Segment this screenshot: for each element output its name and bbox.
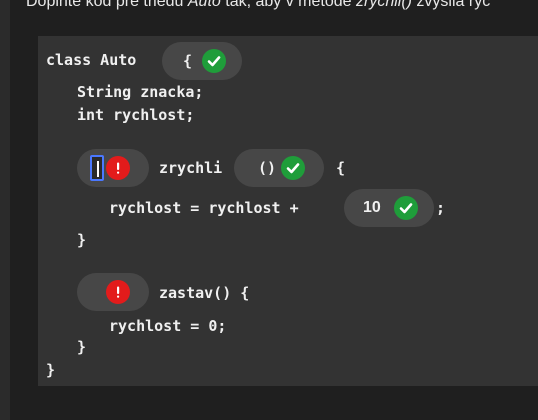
text-cursor-field[interactable] (90, 155, 104, 181)
code-method1-open-brace: { (336, 159, 346, 177)
code-method1-name: zrychli (159, 159, 223, 177)
check-circle-icon (394, 196, 418, 220)
blank-method2-modifier[interactable] (77, 273, 149, 311)
blank-method1-params[interactable]: () (234, 149, 324, 187)
blank-increment-value-text: 10 (363, 199, 381, 216)
blank-class-brace[interactable]: { (162, 42, 242, 80)
blank-class-brace-value: { (183, 52, 193, 70)
code-method2-head: zastav() { (159, 284, 250, 302)
code-class-close-brace: } (46, 361, 56, 379)
code-method1-close-brace: } (77, 231, 87, 249)
blank-increment-value[interactable]: 10 (344, 189, 434, 227)
code-line-field-znacka: String znacka; (77, 83, 204, 101)
code-method1-semicolon: ; (436, 199, 446, 217)
left-gutter (0, 0, 10, 420)
instruction-text: Doplňte kód pre triedu Auto tak, aby v m… (26, 0, 491, 10)
error-circle-icon (106, 280, 130, 304)
check-circle-icon (281, 156, 305, 180)
code-panel: class Auto { String znacka; int rychlost… (38, 36, 538, 386)
code-method1-body: rychlost = rychlost + (109, 199, 299, 217)
code-method2-body: rychlost = 0; (109, 317, 227, 335)
check-circle-icon (202, 49, 226, 73)
blank-method1-params-value: () (258, 159, 277, 177)
error-circle-icon (106, 156, 130, 180)
blank-method1-modifier[interactable] (77, 149, 149, 187)
text-caret (97, 161, 99, 177)
code-line-class: class Auto (46, 51, 137, 69)
code-method2-close-brace: } (77, 338, 87, 356)
code-line-field-rychlost: int rychlost; (77, 106, 195, 124)
